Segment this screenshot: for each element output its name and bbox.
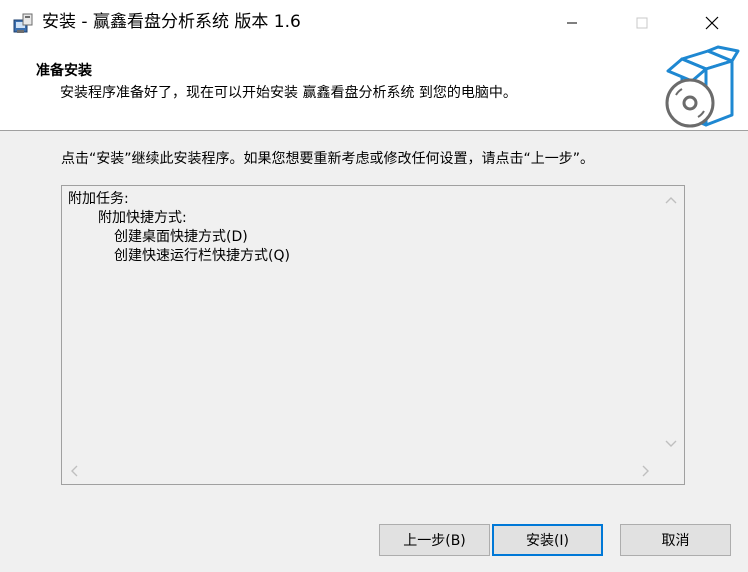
page-subtitle: 安装程序准备好了，现在可以开始安装 赢鑫看盘分析系统 到您的电脑中。 [60, 85, 517, 101]
scrollbar-corner [659, 457, 684, 484]
instruction-text: 点击“安装”继续此安装程序。如果您想要重新考虑或修改任何设置，请点击“上一步”。 [61, 151, 595, 167]
page-title: 准备安装 [36, 63, 92, 79]
back-button[interactable]: 上一步(B) [379, 524, 490, 556]
minimize-button[interactable] [549, 0, 595, 45]
install-button[interactable]: 安装(I) [492, 524, 603, 556]
wizard-body: 点击“安装”继续此安装程序。如果您想要重新考虑或修改任何设置，请点击“上一步”。… [0, 131, 748, 572]
scroll-left-icon[interactable] [68, 464, 82, 478]
scroll-down-icon[interactable] [664, 436, 678, 450]
maximize-button [619, 0, 665, 45]
horizontal-scrollbar[interactable] [62, 457, 659, 484]
window-title: 安装 - 赢鑫看盘分析系统 版本 1.6 [42, 12, 301, 32]
maximize-icon [636, 17, 648, 28]
cancel-button[interactable]: 取消 [620, 524, 731, 556]
vertical-scrollbar[interactable] [659, 186, 684, 456]
scroll-up-icon[interactable] [664, 194, 678, 208]
minimize-icon [567, 22, 577, 23]
memo-line: 创建桌面快捷方式(D) [114, 229, 248, 245]
close-button[interactable] [689, 0, 735, 45]
scroll-right-icon[interactable] [638, 464, 652, 478]
memo-line: 附加快捷方式: [98, 210, 187, 226]
installer-app-icon[interactable] [11, 11, 35, 35]
title-bar: 安装 - 赢鑫看盘分析系统 版本 1.6 [0, 0, 748, 45]
close-icon [705, 16, 719, 29]
ready-memo[interactable]: 附加任务: 附加快捷方式: 创建桌面快捷方式(D) 创建快速运行栏快捷方式(Q) [61, 185, 685, 485]
wizard-header: 准备安装 安装程序准备好了，现在可以开始安装 赢鑫看盘分析系统 到您的电脑中。 [0, 45, 748, 131]
memo-line: 附加任务: [68, 191, 129, 207]
setup-box-disc-icon [660, 45, 740, 129]
memo-line: 创建快速运行栏快捷方式(Q) [114, 248, 290, 264]
